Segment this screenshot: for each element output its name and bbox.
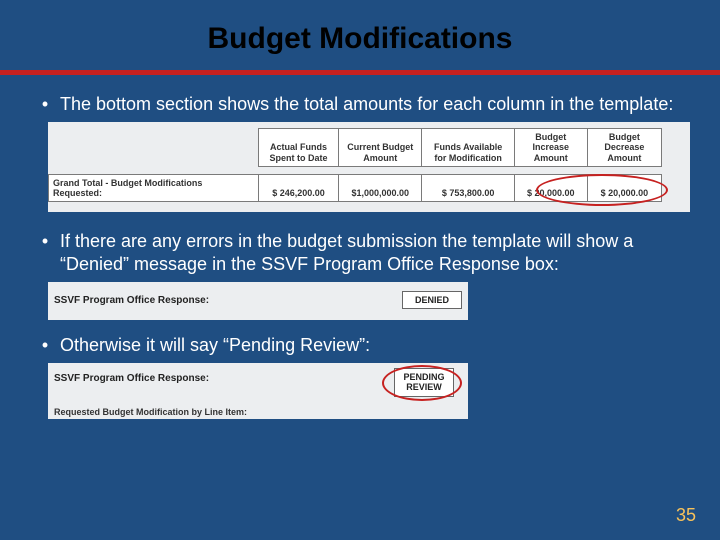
bullet-1-text: The bottom section shows the total amoun… (60, 93, 690, 116)
val-budget-increase: $ 20,000.00 (514, 175, 587, 202)
bullet-1: • The bottom section shows the total amo… (30, 93, 690, 116)
grand-total-table: Actual Funds Spent to Date Current Budge… (48, 128, 662, 202)
bullet-2: • If there are any errors in the budget … (30, 230, 690, 276)
response-value-denied: DENIED (402, 291, 462, 309)
bullet-3: • Otherwise it will say “Pending Review”… (30, 334, 690, 357)
val-actual-funds: $ 246,200.00 (259, 175, 339, 202)
response-label: SSVF Program Office Response: (54, 295, 209, 306)
col-current-budget: Current Budget Amount (339, 129, 422, 167)
col-funds-available: Funds Available for Modification (422, 129, 514, 167)
col-actual-funds: Actual Funds Spent to Date (259, 129, 339, 167)
pending-response-image: SSVF Program Office Response: PENDING RE… (48, 363, 468, 419)
val-current-budget: $1,000,000.00 (339, 175, 422, 202)
table-header-row: Actual Funds Spent to Date Current Budge… (49, 129, 662, 167)
denied-response-image: SSVF Program Office Response: DENIED (48, 282, 468, 320)
page-number: 35 (676, 505, 696, 526)
bullet-2-text: If there are any errors in the budget su… (60, 230, 690, 276)
response-label: SSVF Program Office Response: (54, 373, 209, 384)
line-item-label: Requested Budget Modification by Line It… (54, 407, 247, 417)
bullet-3-text: Otherwise it will say “Pending Review”: (60, 334, 690, 357)
col-budget-decrease: Budget Decrease Amount (587, 129, 661, 167)
bullet-dot: • (30, 230, 60, 276)
val-budget-decrease: $ 20,000.00 (587, 175, 661, 202)
table-row: Grand Total - Budget Modifications Reque… (49, 175, 662, 202)
row-label: Grand Total - Budget Modifications Reque… (49, 175, 259, 202)
response-value-pending: PENDING REVIEW (394, 368, 454, 397)
slide-title: Budget Modifications (0, 0, 720, 70)
slide-body: • The bottom section shows the total amo… (0, 75, 720, 419)
grand-total-table-image: Actual Funds Spent to Date Current Budge… (48, 122, 690, 212)
val-funds-available: $ 753,800.00 (422, 175, 514, 202)
col-budget-increase: Budget Increase Amount (514, 129, 587, 167)
bullet-dot: • (30, 93, 60, 116)
bullet-dot: • (30, 334, 60, 357)
